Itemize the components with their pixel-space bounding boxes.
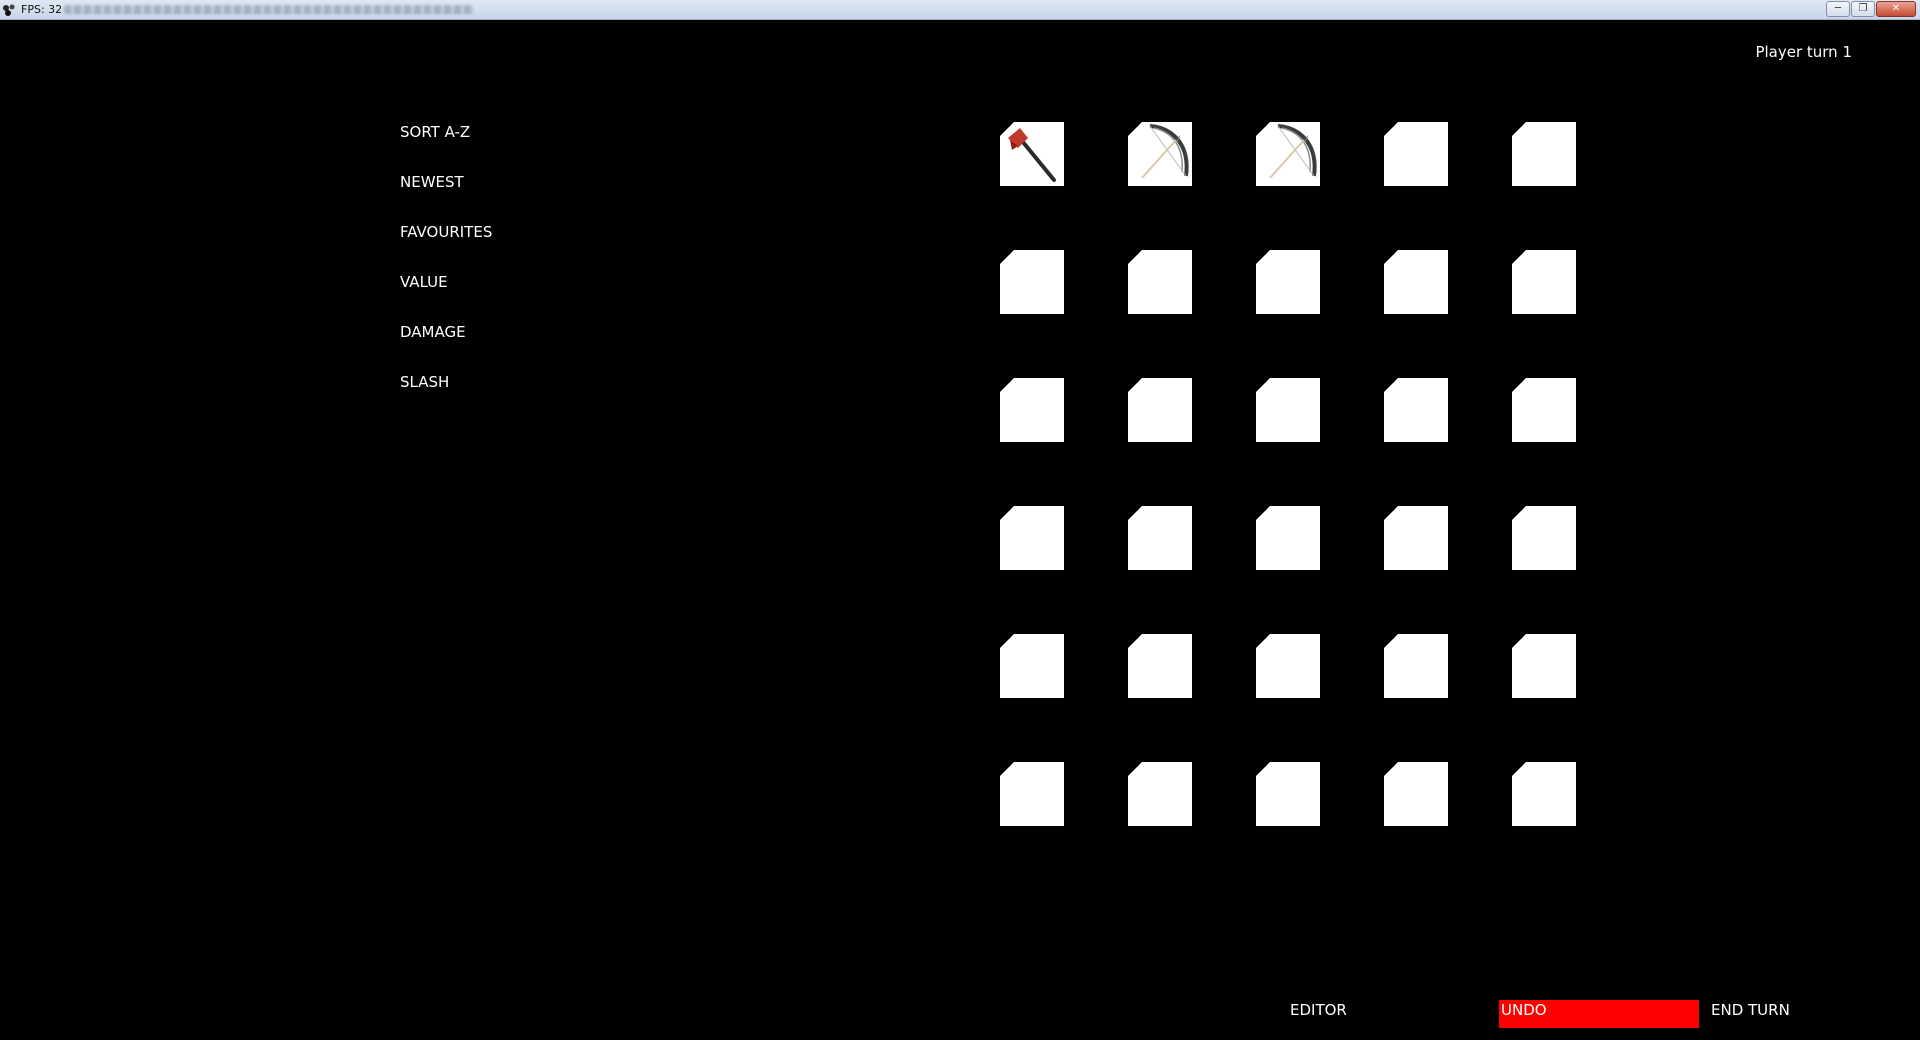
inventory-slot[interactable] — [1512, 250, 1576, 314]
inventory-slot[interactable] — [1512, 122, 1576, 186]
window-titlebar[interactable]: FPS: 32 ─ ❐ ✕ — [0, 0, 1920, 20]
inventory-slot[interactable] — [1512, 762, 1576, 826]
window-title: FPS: 32 — [21, 3, 63, 16]
sort-damage-button[interactable]: DAMAGE — [400, 322, 492, 372]
inventory-slot[interactable] — [1512, 378, 1576, 442]
window-controls: ─ ❐ ✕ — [1826, 1, 1916, 17]
app-icon — [3, 4, 15, 16]
inventory-slot[interactable] — [1512, 506, 1576, 570]
inventory-slot[interactable] — [1384, 634, 1448, 698]
inventory-slot[interactable] — [1384, 378, 1448, 442]
inventory-slot[interactable] — [1128, 378, 1192, 442]
inventory-slot[interactable] — [1384, 762, 1448, 826]
sort-menu: SORT A-Z NEWEST FAVOURITES VALUE DAMAGE … — [400, 122, 492, 422]
inventory-slot[interactable] — [1000, 122, 1064, 186]
inventory-slot[interactable] — [1256, 250, 1320, 314]
inventory-slot[interactable] — [1128, 506, 1192, 570]
minimize-icon: ─ — [1834, 3, 1842, 14]
minimize-button[interactable]: ─ — [1826, 1, 1850, 17]
sort-value-button[interactable]: VALUE — [400, 272, 492, 322]
close-button[interactable]: ✕ — [1876, 1, 1916, 17]
maximize-button[interactable]: ❐ — [1851, 1, 1875, 17]
inventory-slot[interactable] — [1128, 634, 1192, 698]
inventory-grid — [1000, 122, 1640, 826]
inventory-slot[interactable] — [1384, 250, 1448, 314]
inventory-slot[interactable] — [1000, 378, 1064, 442]
window-title-path — [64, 5, 474, 14]
close-icon: ✕ — [1891, 3, 1901, 14]
inventory-slot[interactable] — [1128, 122, 1192, 186]
editor-button[interactable]: EDITOR — [1288, 1000, 1378, 1028]
maximize-icon: ❐ — [1858, 3, 1868, 14]
sort-az-button[interactable]: SORT A-Z — [400, 122, 492, 172]
inventory-slot[interactable] — [1512, 634, 1576, 698]
inventory-slot[interactable] — [1128, 762, 1192, 826]
undo-button[interactable]: UNDO — [1499, 1000, 1699, 1028]
inventory-slot[interactable] — [1384, 122, 1448, 186]
end-turn-button[interactable]: END TURN — [1709, 1000, 1819, 1028]
inventory-slot[interactable] — [1256, 762, 1320, 826]
player-turn-label: Player turn 1 — [1755, 43, 1852, 61]
sort-newest-button[interactable]: NEWEST — [400, 172, 492, 222]
inventory-slot[interactable] — [1384, 506, 1448, 570]
inventory-slot[interactable] — [1000, 250, 1064, 314]
inventory-slot[interactable] — [1256, 634, 1320, 698]
inventory-slot[interactable] — [1256, 378, 1320, 442]
sort-slash-button[interactable]: SLASH — [400, 372, 492, 422]
inventory-slot[interactable] — [1256, 122, 1320, 186]
sort-favourites-button[interactable]: FAVOURITES — [400, 222, 492, 272]
inventory-slot[interactable] — [1000, 506, 1064, 570]
inventory-slot[interactable] — [1000, 762, 1064, 826]
game-window: FPS: 32 ─ ❐ ✕ Player turn 1 SORT A-Z NEW… — [0, 0, 1920, 1040]
inventory-slot[interactable] — [1256, 506, 1320, 570]
inventory-slot[interactable] — [1128, 250, 1192, 314]
inventory-slot[interactable] — [1000, 634, 1064, 698]
